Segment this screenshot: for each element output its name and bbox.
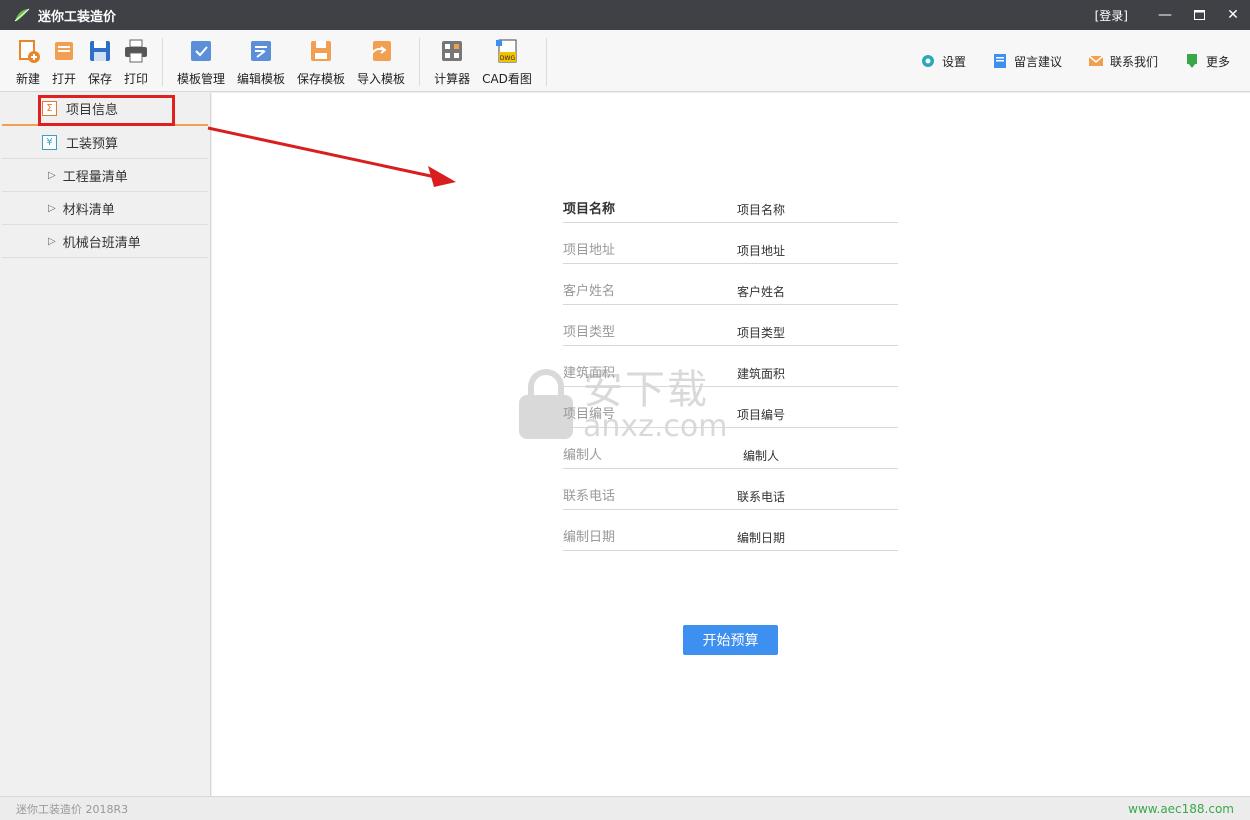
save-button[interactable]: 保存 [82, 37, 118, 87]
field-project-address[interactable]: 项目地址 项目地址 [563, 223, 898, 264]
sidebar: Σ 项目信息 ¥ 工装预算 ▷ 工程量清单 ▷ 材料清单 ▷ 机械台班清单 [0, 93, 211, 796]
field-phone[interactable]: 联系电话 联系电话 [563, 469, 898, 510]
save-icon [86, 37, 114, 65]
field-project-type[interactable]: 项目类型 项目类型 [563, 305, 898, 346]
maximize-button[interactable] [1182, 0, 1216, 30]
more-icon [1184, 53, 1200, 69]
start-budget-button[interactable]: 开始预算 [683, 625, 778, 655]
field-value[interactable]: 编制日期 [737, 529, 785, 546]
svg-text:DWG: DWG [500, 55, 516, 62]
feedback-icon [992, 53, 1008, 69]
field-compile-date[interactable]: 编制日期 编制日期 [563, 510, 898, 551]
yen-icon: ¥ [42, 134, 57, 150]
sidebar-item-material-list[interactable]: ▷ 材料清单 [2, 192, 208, 225]
mail-icon [1088, 53, 1104, 69]
field-building-area[interactable]: 建筑面积 建筑面积 [563, 346, 898, 387]
sidebar-item-label: 机械台班清单 [62, 235, 141, 251]
toolbar-divider [162, 38, 163, 86]
sidebar-item-budget[interactable]: ¥ 工装预算 [2, 126, 208, 159]
print-button[interactable]: 打印 [118, 37, 154, 87]
main-content: 安下载 anxz.com 项目名称 项目名称 项目地址 项目地址 客户姓名 客户… [212, 93, 1250, 796]
more-link[interactable]: 更多 [1184, 53, 1230, 70]
sidebar-item-quantity-list[interactable]: ▷ 工程量清单 [2, 159, 208, 192]
open-folder-icon [50, 37, 78, 65]
template-manage-icon [187, 37, 215, 65]
toolbar-divider [419, 38, 421, 86]
sidebar-item-machinery-list[interactable]: ▷ 机械台班清单 [2, 225, 208, 258]
sigma-icon: Σ [42, 101, 57, 116]
contact-link[interactable]: 联系我们 [1088, 53, 1158, 70]
import-template-icon [367, 37, 395, 65]
website-link[interactable]: www.aec188.com [1128, 802, 1234, 816]
print-icon [122, 37, 150, 65]
field-value[interactable]: 联系电话 [737, 488, 785, 505]
sidebar-item-label: 工装预算 [66, 136, 119, 152]
app-logo-icon [12, 5, 32, 25]
feedback-link[interactable]: 留言建议 [992, 53, 1062, 70]
field-label: 编制人 [563, 448, 603, 463]
cad-viewer-button[interactable]: DWG CAD看图 [476, 37, 538, 87]
expand-triangle-icon[interactable]: ▷ [48, 170, 56, 181]
import-template-button[interactable]: 导入模板 [351, 37, 411, 87]
gear-icon [920, 53, 936, 69]
toolbar-right-links: 设置 留言建议 联系我们 更多 [894, 30, 1250, 92]
field-value[interactable]: 项目地址 [737, 242, 785, 259]
calculator-icon [438, 37, 466, 65]
field-value[interactable]: 项目名称 [737, 201, 785, 218]
save-template-button[interactable]: 保存模板 [291, 37, 351, 87]
field-customer-name[interactable]: 客户姓名 客户姓名 [563, 264, 898, 305]
field-project-number[interactable]: 项目编号 项目编号 [563, 387, 898, 428]
open-button[interactable]: 打开 [46, 37, 82, 87]
expand-triangle-icon[interactable]: ▷ [48, 203, 56, 214]
status-bar: 迷你工装造价 2018R3 www.aec188.com [0, 796, 1250, 820]
new-file-icon [14, 37, 42, 65]
sidebar-item-project-info[interactable]: Σ 项目信息 [2, 93, 208, 126]
settings-link[interactable]: 设置 [920, 53, 966, 70]
dwg-viewer-icon: DWG [493, 37, 521, 65]
field-value[interactable]: 项目编号 [737, 406, 785, 423]
expand-triangle-icon[interactable]: ▷ [48, 236, 56, 247]
field-label: 项目地址 [563, 243, 616, 258]
template-manage-button[interactable]: 模板管理 [171, 37, 231, 87]
save-template-icon [307, 37, 335, 65]
field-value[interactable]: 建筑面积 [737, 365, 785, 382]
field-project-name[interactable]: 项目名称 项目名称 [563, 182, 898, 223]
sidebar-item-label: 工程量清单 [62, 169, 128, 185]
field-label: 建筑面积 [563, 366, 616, 381]
close-button[interactable]: ✕ [1216, 0, 1250, 30]
toolbar: 新建 打开 保存 打印 模板管理 编辑模板 保存模板 导入模板 计算器 DWG … [0, 30, 1250, 92]
title-bar: 迷你工装造价 [登录] — ✕ [0, 0, 1250, 30]
login-link[interactable]: [登录] [1095, 7, 1128, 24]
field-label: 项目名称 [563, 202, 616, 217]
field-value[interactable]: 项目类型 [737, 324, 785, 341]
tool-button-group: 计算器 DWG CAD看图 [428, 30, 538, 92]
file-button-group: 新建 打开 保存 打印 [10, 30, 154, 92]
field-value[interactable]: 编制人 [743, 447, 779, 464]
new-button[interactable]: 新建 [10, 37, 46, 87]
field-label: 客户姓名 [563, 284, 616, 299]
field-compiler[interactable]: 编制人 编制人 [563, 428, 898, 469]
field-value[interactable]: 客户姓名 [737, 283, 785, 300]
template-button-group: 模板管理 编辑模板 保存模板 导入模板 [171, 30, 411, 92]
sidebar-item-label: 项目信息 [66, 103, 119, 118]
field-label: 编制日期 [563, 530, 616, 545]
sidebar-item-label: 材料清单 [62, 202, 115, 218]
minimize-button[interactable]: — [1148, 0, 1182, 30]
app-title: 迷你工装造价 [38, 9, 117, 25]
version-text: 迷你工装造价 2018R3 [16, 802, 129, 816]
field-label: 联系电话 [563, 489, 616, 504]
toolbar-divider [545, 38, 547, 86]
field-label: 项目类型 [563, 325, 616, 340]
edit-template-icon [247, 37, 275, 65]
edit-template-button[interactable]: 编辑模板 [231, 37, 291, 87]
calculator-button[interactable]: 计算器 [428, 37, 476, 87]
field-label: 项目编号 [563, 407, 616, 422]
